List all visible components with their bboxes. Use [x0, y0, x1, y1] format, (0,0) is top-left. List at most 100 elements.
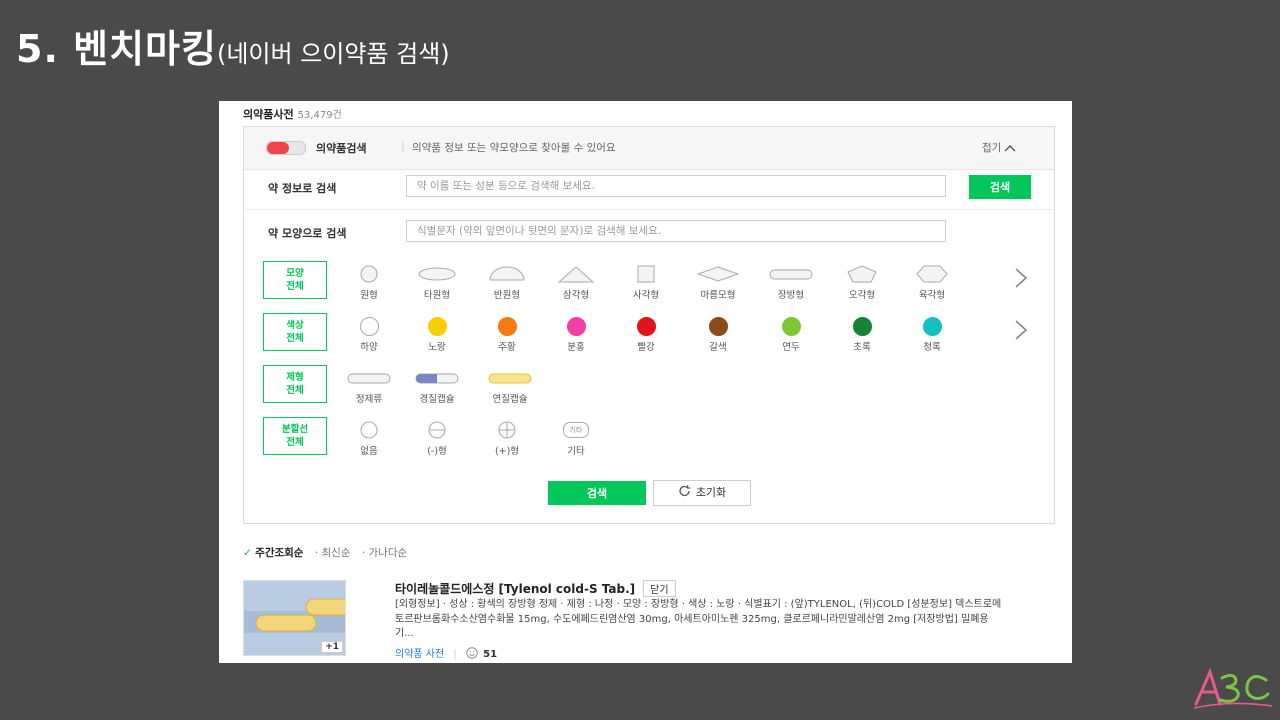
result-item[interactable]: +1 타이레놀콜드에스정 [Tylenol cold-S Tab.] 닫기 [외형… — [243, 578, 1053, 660]
line-all-line1: 분할선 — [281, 424, 309, 435]
minus-line-icon — [428, 421, 446, 439]
line-option-label: (+)형 — [494, 446, 520, 457]
line-option-none[interactable]: 없음 — [339, 420, 399, 457]
other-line-icon: 기타 — [563, 422, 589, 438]
shape-all-button[interactable]: 모양 전체 — [263, 261, 327, 299]
shape-option-oblong[interactable]: 장방형 — [761, 264, 821, 301]
color-option[interactable]: 초록 — [832, 316, 892, 353]
color-next-arrow[interactable] — [1014, 319, 1028, 347]
form-option-soft-capsule[interactable]: 연질캡슐 — [480, 368, 540, 405]
shape-option-label: 장방형 — [777, 290, 805, 301]
result-title-text: 타이레놀콜드에스정 [Tylenol cold-S Tab.] — [395, 582, 636, 596]
color-option[interactable]: 청록 — [902, 316, 962, 353]
result-source[interactable]: 의약품 사전 — [395, 649, 444, 660]
refresh-icon — [679, 485, 691, 497]
plus-line-icon — [498, 421, 516, 439]
shape-option-semicircle[interactable]: 반원형 — [477, 264, 537, 301]
shape-option-oval[interactable]: 타원형 — [407, 264, 467, 301]
pill-thumbnail[interactable]: +1 — [243, 580, 346, 656]
reset-button[interactable]: 초기화 — [653, 480, 751, 506]
fold-label: 접기 — [982, 142, 1002, 154]
abc-project-logo — [1193, 667, 1273, 709]
color-swatch-icon — [427, 316, 447, 336]
chevron-up-icon — [1004, 145, 1016, 152]
oval-shape-icon — [418, 267, 456, 281]
search-toggle[interactable] — [266, 141, 306, 155]
color-option[interactable]: 노랑 — [407, 316, 467, 353]
shape-option-label: 육각형 — [918, 290, 946, 301]
no-line-icon — [360, 421, 378, 439]
check-icon: ✓ — [243, 547, 252, 559]
shape-all-line2: 전체 — [286, 281, 304, 292]
form-option-hard-capsule[interactable]: 경질캡슐 — [407, 368, 467, 405]
shape-search-label: 약 모양으로 검색 — [268, 227, 347, 240]
color-swatch-icon — [852, 316, 872, 336]
line-option-other[interactable]: 기타 기타 — [546, 420, 606, 457]
color-option-label: 갈색 — [709, 342, 727, 353]
color-option-label: 청록 — [923, 342, 941, 353]
slide-title: 5. 벤치마킹(네이버 으이약품 검색) — [16, 18, 450, 73]
line-option-label: 기타 — [567, 446, 585, 457]
result-title[interactable]: 타이레놀콜드에스정 [Tylenol cold-S Tab.] 닫기 — [395, 580, 676, 597]
color-option[interactable]: 하양 — [339, 316, 399, 353]
color-all-button[interactable]: 색상 전체 — [263, 313, 327, 351]
color-all-line2: 전체 — [286, 333, 304, 344]
form-option-label: 연질캡슐 — [492, 394, 528, 405]
slide-title-main: 5. 벤치마킹 — [16, 27, 217, 71]
shape-option-label: 원형 — [360, 290, 378, 301]
shape-option-hexagon[interactable]: 육각형 — [902, 264, 962, 301]
shape-option-diamond[interactable]: 마름모형 — [688, 264, 748, 301]
chevron-right-icon — [1015, 320, 1028, 340]
info-search-button[interactable]: 검색 — [969, 175, 1031, 199]
sort-option-weekly[interactable]: 주간조회순 — [255, 547, 303, 559]
shape-option-label: 삼각형 — [562, 290, 590, 301]
screenshot-panel: 의약품사전 53,479건 의약품검색 | 의약품 정보 또는 약모양으로 찾아볼… — [219, 101, 1072, 663]
shape-next-arrow[interactable] — [1014, 267, 1028, 295]
line-option-plus[interactable]: (+)형 — [477, 420, 537, 457]
meta-separator: | — [453, 649, 457, 660]
reset-label: 초기화 — [695, 486, 727, 499]
filter-search-button[interactable]: 검색 — [548, 481, 646, 505]
triangle-shape-icon — [557, 266, 595, 283]
shape-option-round[interactable]: 원형 — [339, 264, 399, 301]
search-box-header: 의약품검색 | 의약품 정보 또는 약모양으로 찾아볼 수 있어요 접기 — [244, 127, 1054, 170]
shape-option-label: 타원형 — [423, 290, 451, 301]
color-option-label: 초록 — [853, 342, 871, 353]
form-option-tablet[interactable]: 정제류 — [339, 368, 399, 405]
color-option[interactable]: 갈색 — [688, 316, 748, 353]
form-option-label: 경질캡슐 — [419, 394, 455, 405]
hexagon-shape-icon — [916, 265, 948, 283]
color-option-label: 노랑 — [428, 342, 446, 353]
result-tag[interactable]: 닫기 — [643, 580, 676, 597]
line-option-label: (-)형 — [427, 446, 447, 457]
sort-option-alphabetical[interactable]: · 가나다순 — [362, 547, 407, 559]
line-option-minus[interactable]: (-)형 — [407, 420, 467, 457]
square-shape-icon — [637, 265, 655, 283]
color-swatch-icon — [636, 316, 656, 336]
color-swatch-icon — [708, 316, 728, 336]
line-all-button[interactable]: 분할선 전체 — [263, 417, 327, 455]
fold-button[interactable]: 접기 — [982, 140, 1016, 155]
shape-search-input[interactable] — [406, 220, 946, 242]
form-all-line2: 전체 — [286, 385, 304, 396]
color-option[interactable]: 주황 — [477, 316, 537, 353]
color-option[interactable]: 분홍 — [546, 316, 606, 353]
color-swatch-icon — [566, 316, 586, 336]
color-swatch-icon — [359, 316, 379, 336]
form-all-line1: 제형 — [286, 372, 304, 383]
info-search-label: 약 정보로 검색 — [268, 182, 337, 195]
color-option[interactable]: 빨강 — [616, 316, 676, 353]
shape-option-pentagon[interactable]: 오각형 — [832, 264, 892, 301]
toggle-knob — [267, 142, 289, 154]
info-search-input[interactable] — [406, 175, 946, 197]
color-option[interactable]: 연두 — [761, 316, 821, 353]
soft-capsule-icon — [488, 373, 532, 384]
color-swatch-icon — [781, 316, 801, 336]
diamond-shape-icon — [696, 266, 740, 282]
shape-option-triangle[interactable]: 삼각형 — [546, 264, 606, 301]
sort-option-latest[interactable]: · 최신순 — [315, 547, 351, 559]
form-all-button[interactable]: 제형 전체 — [263, 365, 327, 403]
oblong-shape-icon — [769, 269, 813, 280]
shape-option-square[interactable]: 사각형 — [616, 264, 676, 301]
sort-option-alphabetical-label: 가나다순 — [368, 547, 408, 559]
